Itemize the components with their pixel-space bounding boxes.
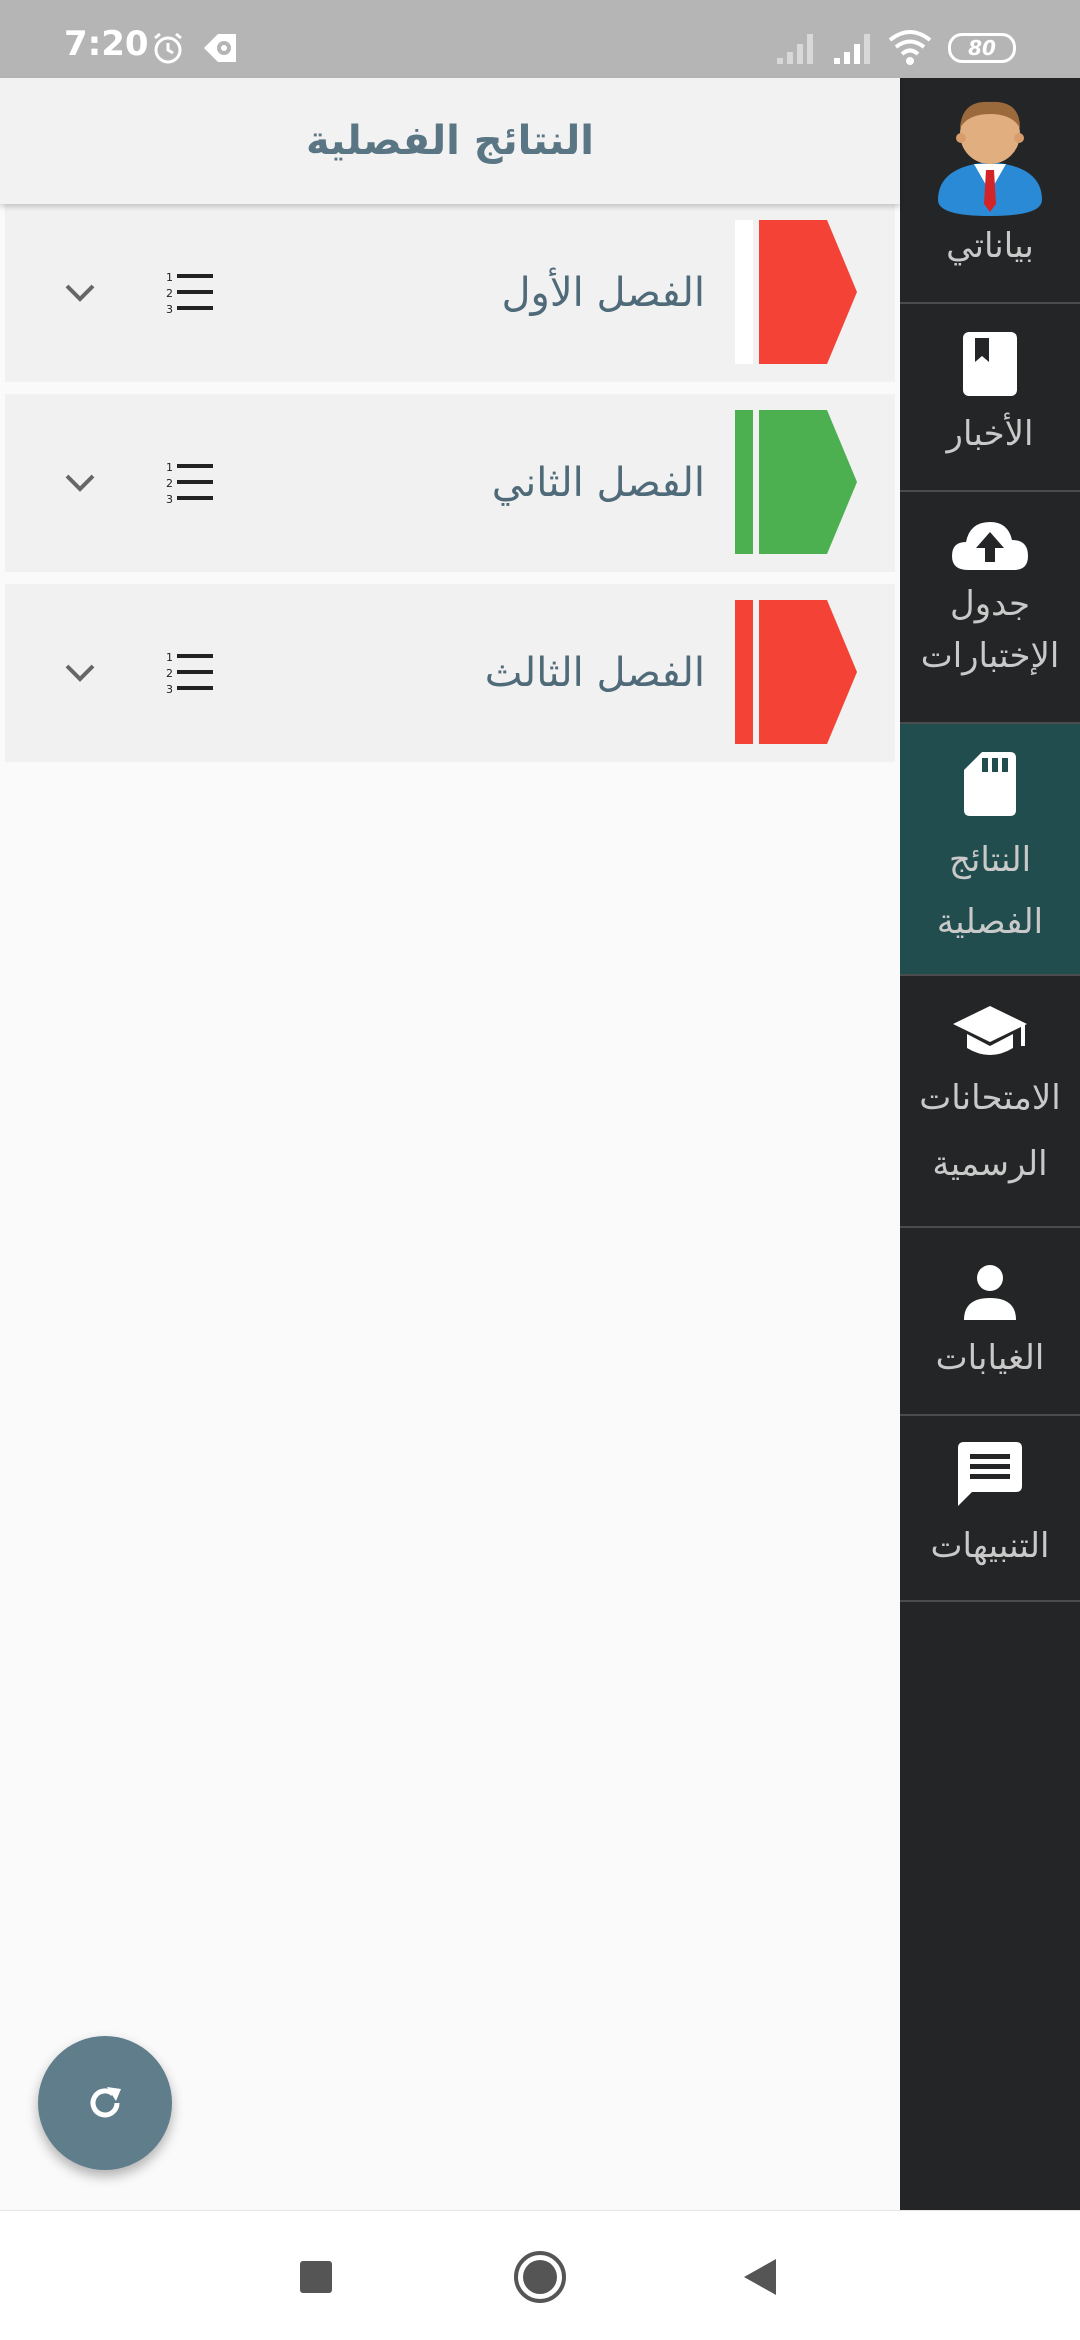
refresh-button[interactable] [38,2036,172,2170]
sidebar-item-term-results[interactable]: النتائج الفصلية [900,724,1080,976]
sidebar-item-profile[interactable]: بياناتي [900,78,1080,304]
sidebar-item-label: بياناتي [946,226,1034,266]
app-notification-icon [204,34,236,62]
signal-icon [777,34,813,64]
sidebar-item-exam-schedule[interactable]: جدول الإختبارات [900,492,1080,724]
system-nav-bar [0,2210,1080,2340]
sidebar-item-label-line2: الرسمية [932,1144,1048,1184]
term-label: الفصل الثاني [491,460,705,506]
chevron-down-icon[interactable] [61,466,99,500]
chevron-down-icon[interactable] [61,276,99,310]
sidebar-item-label: الأخبار [946,414,1034,454]
svg-text:2: 2 [166,477,173,490]
battery-level: 80 [968,36,996,60]
svg-text:1: 1 [166,461,173,474]
svg-text:1: 1 [166,271,173,284]
sidebar-item-official-exams[interactable]: الامتحانات الرسمية [900,976,1080,1228]
wifi-icon [888,30,932,65]
sidebar-item-label-line1: جدول [950,584,1030,624]
sidebar-item-label-line1: النتائج [948,840,1032,880]
chevron-down-icon[interactable] [61,656,99,690]
book-icon [963,332,1017,396]
sidebar-item-news[interactable]: الأخبار [900,304,1080,492]
sidebar-item-label: التنبيهات [930,1526,1050,1566]
battery-icon: 80 [948,33,1016,63]
person-icon [964,1265,1016,1320]
term-status-flag-icon [735,220,857,364]
svg-text:3: 3 [166,493,173,506]
page-title: النتائج الفصلية [305,118,595,164]
term-row-third[interactable]: الفصل الثالث 1 2 3 [5,584,895,762]
numbered-list-icon[interactable]: 1 2 3 [165,460,215,506]
sidebar-item-alerts[interactable]: التنبيهات [900,1416,1080,1602]
numbered-list-icon[interactable]: 1 2 3 [165,270,215,316]
status-bar: 7:20 80 [0,0,1080,78]
svg-text:2: 2 [166,667,173,680]
signal-icon [834,34,870,64]
svg-text:3: 3 [166,683,173,696]
svg-text:2: 2 [166,287,173,300]
home-icon[interactable] [510,2247,570,2307]
sidebar-item-absences[interactable]: الغيابات [900,1228,1080,1416]
sidebar-item-label-line2: الإختبارات [920,636,1060,676]
svg-text:1: 1 [166,651,173,664]
sd-card-icon [964,752,1016,816]
back-icon[interactable] [732,2247,792,2307]
svg-text:3: 3 [166,303,173,316]
app-header: النتائج الفصلية [0,78,900,204]
term-label: الفصل الثالث [484,650,705,696]
message-icon [958,1442,1022,1506]
alarm-icon [154,32,182,64]
refresh-icon [90,2087,121,2118]
term-status-flag-icon [735,410,857,554]
user-avatar-icon [938,101,1042,216]
sidebar-item-label: الغيابات [935,1338,1045,1378]
status-time: 7:20 [64,24,149,64]
main-panel: النتائج الفصلية الفصل الأول 1 2 3 الفصل … [0,78,900,2210]
term-row-first[interactable]: الفصل الأول 1 2 3 [5,204,895,382]
sidebar-item-label-line2: الفصلية [936,902,1044,942]
graduation-cap-icon [953,1006,1027,1055]
recents-icon[interactable] [286,2247,346,2307]
cloud-upload-icon [952,522,1028,570]
term-row-second[interactable]: الفصل الثاني 1 2 3 [5,394,895,572]
numbered-list-icon[interactable]: 1 2 3 [165,650,215,696]
sidebar: بياناتي الأخبار جدول الإختبارات النتائج … [900,78,1080,2210]
term-status-flag-icon [735,600,857,744]
term-label: الفصل الأول [501,270,705,316]
sidebar-item-label-line1: الامتحانات [919,1078,1061,1118]
